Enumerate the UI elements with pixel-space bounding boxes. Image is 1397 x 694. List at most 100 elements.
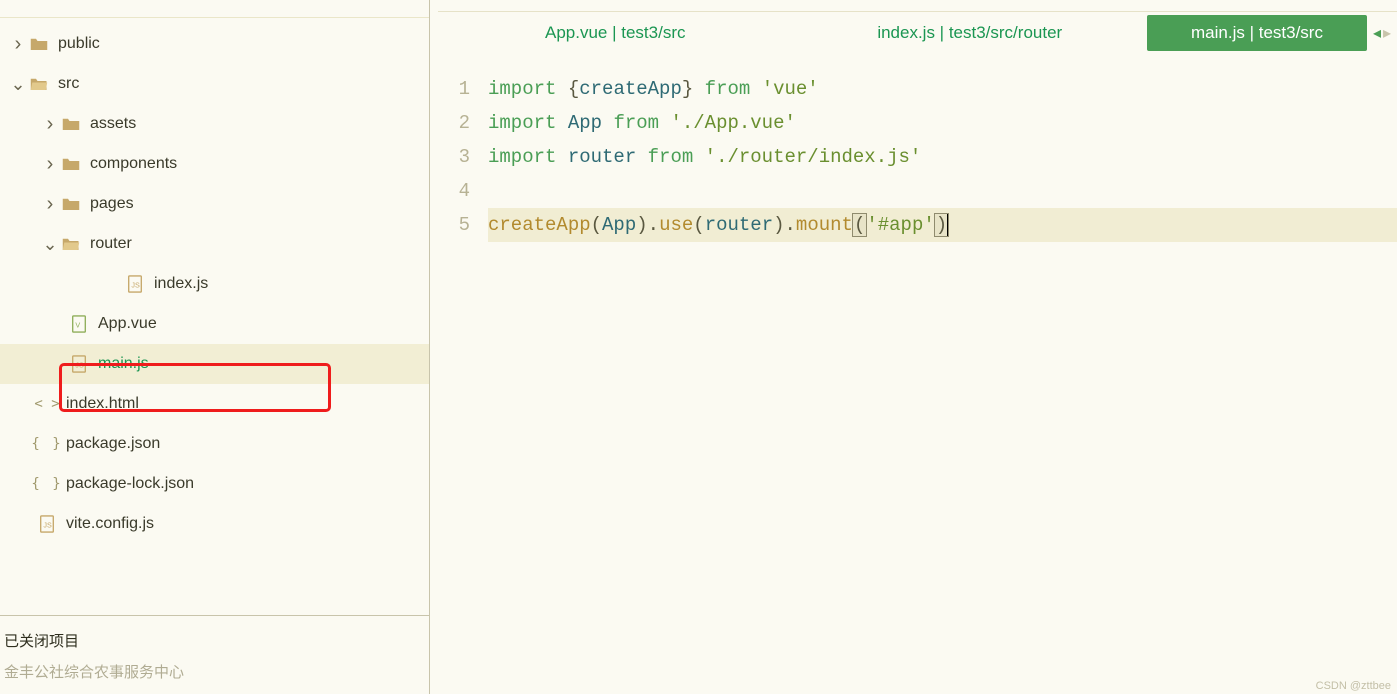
file-js-icon: JS [36,515,58,533]
tree-folder-pages[interactable]: › pages [0,184,429,224]
token-id: App [602,214,636,236]
token-punct: { [568,78,579,100]
token-punct: ). [636,214,659,236]
token-id: router [705,214,773,236]
line-number: 4 [438,174,470,208]
svg-text:JS: JS [75,361,84,370]
editor-top-border [438,0,1397,12]
chevron-right-icon[interactable]: › [40,153,60,176]
tree-folder-assets[interactable]: › assets [0,104,429,144]
token-fn: createApp [488,214,591,236]
file-js-icon: JS [124,275,146,293]
tree-item-label: assets [82,115,136,133]
chevron-right-icon[interactable]: › [40,193,60,216]
tree-item-label: pages [82,195,134,213]
token-punct: ( [591,214,602,236]
tree-file-index.js[interactable]: JS index.js [0,264,429,304]
svg-text:JS: JS [131,281,140,290]
token-kw: from [636,146,704,168]
tab-scroll-arrows[interactable]: ◂▸ [1367,23,1397,43]
token-fn: mount [796,214,853,236]
sidebar-top-border [0,0,429,18]
tree-item-label: vite.config.js [58,515,154,533]
tree-folder-router[interactable]: ⌄ router [0,224,429,264]
line-number: 1 [438,72,470,106]
tree-item-label: package-lock.json [58,475,194,493]
tree-item-label: App.vue [90,315,157,333]
token-bracket: ) [935,214,948,236]
folder-closed-icon [60,196,82,212]
code-line[interactable] [488,174,1397,208]
folder-closed-icon [60,156,82,172]
closed-projects-title[interactable]: 已关闭项目 [4,624,425,657]
token-kw: import [488,146,568,168]
tree-folder-public[interactable]: › public [0,24,429,64]
token-fn: use [659,214,693,236]
tab-index.js[interactable]: index.js | test3/src/router [793,15,1148,51]
token-punct: } [682,78,693,100]
folder-open-icon [28,76,50,92]
tree-file-index.html[interactable]: < >index.html [0,384,429,424]
code-line[interactable]: createApp(App).use(router).mount('#app') [488,208,1397,242]
tree-folder-src[interactable]: ⌄ src [0,64,429,104]
tree-item-label: index.html [58,395,139,413]
watermark: CSDN @zttbee [1316,680,1391,692]
token-bracket: ( [853,214,866,236]
token-kw: import [488,78,568,100]
line-gutter: 12345 [438,72,488,694]
token-id: App [568,112,602,134]
closed-project-item[interactable]: 金丰公社综合农事服务中心 [4,657,425,686]
tree-item-label: package.json [58,435,160,453]
closed-projects-section: 已关闭项目 金丰公社综合农事服务中心 [0,615,429,694]
tree-item-label: main.js [90,355,149,373]
tree-item-label: public [50,35,100,53]
file-js-icon: JS [68,355,90,373]
chevron-down-icon[interactable]: ⌄ [40,234,60,255]
token-str: './App.vue' [670,112,795,134]
file-tree[interactable]: › public ⌄ src › assets › components › pages ⌄ rout… [0,18,429,615]
tree-file-package.json[interactable]: { }package.json [0,424,429,464]
token-str: './router/index.js' [705,146,922,168]
token-kw: from [602,112,670,134]
token-kw: from [693,78,761,100]
folder-closed-icon [60,116,82,132]
editor-pane: App.vue | test3/srcindex.js | test3/src/… [430,0,1397,694]
chevron-right-icon[interactable]: › [8,33,28,56]
tree-file-vite.config.js[interactable]: JS vite.config.js [0,504,429,544]
code-line[interactable]: import router from './router/index.js' [488,140,1397,174]
folder-closed-icon [28,36,50,52]
tree-folder-components[interactable]: › components [0,144,429,184]
line-number: 3 [438,140,470,174]
file-json-icon: { } [36,436,58,452]
chevron-down-icon[interactable]: ⌄ [8,74,28,95]
file-html-icon: < > [36,396,58,412]
token-str: '#app' [866,214,934,236]
tab-App.vue[interactable]: App.vue | test3/src [438,15,793,51]
code-line[interactable]: import App from './App.vue' [488,106,1397,140]
token-str: 'vue' [762,78,819,100]
tree-item-label: router [82,235,132,253]
tree-item-label: components [82,155,177,173]
code-area[interactable]: 12345 import {createApp} from 'vue'impor… [438,54,1397,694]
tree-file-App.vue[interactable]: VApp.vue [0,304,429,344]
tree-item-label: index.js [146,275,208,293]
tab-main.js[interactable]: main.js | test3/src [1147,15,1367,51]
line-number: 2 [438,106,470,140]
tree-file-main.js[interactable]: JS main.js [0,344,429,384]
chevron-right-icon[interactable]: › [40,113,60,136]
tree-item-label: src [50,75,79,93]
token-id: createApp [579,78,682,100]
svg-text:JS: JS [43,521,52,530]
token-punct: ( [693,214,704,236]
token-kw: import [488,112,568,134]
text-cursor [947,213,949,237]
file-vue-icon: V [68,315,90,333]
folder-open-icon [60,236,82,252]
tree-file-package-lock.json[interactable]: { }package-lock.json [0,464,429,504]
code-line[interactable]: import {createApp} from 'vue' [488,72,1397,106]
file-json-icon: { } [36,476,58,492]
token-id: router [568,146,636,168]
line-number: 5 [438,208,470,242]
token-punct: ). [773,214,796,236]
code-content[interactable]: import {createApp} from 'vue'import App … [488,72,1397,694]
